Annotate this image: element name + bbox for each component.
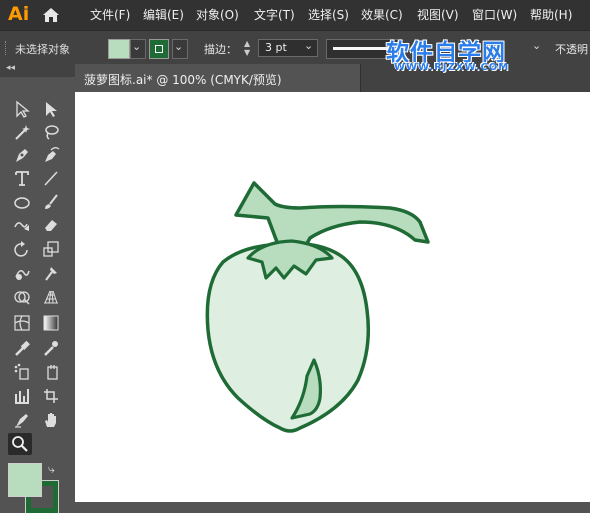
slice-tool-icon[interactable] <box>39 385 63 407</box>
onion-artwork[interactable] <box>75 92 590 502</box>
symbol-sprayer-tool-icon[interactable] <box>10 361 34 383</box>
selection-status: 未选择对象 <box>15 43 70 56</box>
watermark-url: WWW.RJZXW.COM <box>394 62 510 73</box>
zoom-tool-icon[interactable] <box>8 433 32 455</box>
lasso-tool-icon[interactable] <box>39 121 63 143</box>
swap-fill-stroke-icon[interactable]: ⤷ <box>48 462 55 477</box>
scale-tool-icon[interactable] <box>39 238 63 260</box>
puppet-warp-tool-icon[interactable] <box>39 262 63 284</box>
stroke-color-swatch[interactable] <box>149 39 169 59</box>
opacity-label[interactable]: 不透明 <box>555 41 588 57</box>
eraser-tool-icon[interactable] <box>39 214 63 236</box>
perspective-grid-tool-icon[interactable] <box>39 286 63 308</box>
stroke-profile-dropdown[interactable]: ⌄ <box>532 39 546 57</box>
blend-tool-icon[interactable] <box>39 337 63 359</box>
menu-view[interactable]: 视图(V) <box>417 6 459 23</box>
stroke-weight-dropdown[interactable]: ⌄ <box>304 39 318 57</box>
stroke-label[interactable]: 描边： <box>204 41 237 57</box>
fill-color-box[interactable] <box>8 463 42 497</box>
line-segment-tool-icon[interactable] <box>39 167 63 189</box>
chevron-down-icon: ⌄ <box>132 40 142 53</box>
rotate-tool-icon[interactable] <box>10 238 34 260</box>
column-graph-tool-icon[interactable] <box>39 361 63 383</box>
eyedropper-tool-icon[interactable] <box>10 337 34 359</box>
stroke-dropdown-button[interactable]: ⌄ <box>172 39 188 59</box>
shape-builder-tool-icon[interactable] <box>10 286 34 308</box>
app-logo: Ai <box>8 3 30 25</box>
selection-tool-icon[interactable] <box>10 98 34 120</box>
menu-effect[interactable]: 效果(C) <box>361 6 403 23</box>
chevron-down-icon: ⌄ <box>174 40 184 53</box>
curvature-tool-icon[interactable] <box>39 144 63 166</box>
collapse-panel-icon[interactable]: ◂◂ <box>6 63 15 73</box>
paintbrush-tool-icon[interactable] <box>39 191 63 213</box>
direct-selection-tool-icon[interactable] <box>39 98 63 120</box>
mesh-tool-icon[interactable] <box>10 312 34 334</box>
artboard-tool-icon[interactable] <box>10 385 34 407</box>
stroke-weight-stepper[interactable]: ▲ ▼ <box>244 39 256 57</box>
hand-tool-icon[interactable] <box>39 409 63 431</box>
pen-tool-icon[interactable] <box>10 144 34 166</box>
menu-window[interactable]: 窗口(W) <box>472 6 517 23</box>
menu-file[interactable]: 文件(F) <box>90 6 130 23</box>
document-tab-label[interactable]: 菠萝图标.ai* @ 100% (CMYK/预览) <box>84 71 282 88</box>
gradient-tool-icon[interactable] <box>39 312 63 334</box>
fill-dropdown-button[interactable]: ⌄ <box>130 39 146 59</box>
menu-object[interactable]: 对象(O) <box>196 6 239 23</box>
fill-color-swatch[interactable] <box>108 39 130 59</box>
ellipse-tool-icon[interactable] <box>10 191 34 213</box>
artboard-canvas[interactable] <box>75 92 590 502</box>
type-tool-icon[interactable] <box>10 167 34 189</box>
shaper-tool-icon[interactable] <box>10 214 34 236</box>
home-icon[interactable] <box>40 5 62 25</box>
menu-edit[interactable]: 编辑(E) <box>143 6 184 23</box>
control-bar-grip[interactable] <box>5 41 9 55</box>
menu-select[interactable]: 选择(S) <box>308 6 349 23</box>
magic-wand-tool-icon[interactable] <box>10 121 34 143</box>
menu-help[interactable]: 帮助(H) <box>530 6 572 23</box>
knife-tool-icon[interactable] <box>10 409 34 431</box>
warp-tool-icon[interactable] <box>10 262 34 284</box>
menu-type[interactable]: 文字(T) <box>254 6 295 23</box>
